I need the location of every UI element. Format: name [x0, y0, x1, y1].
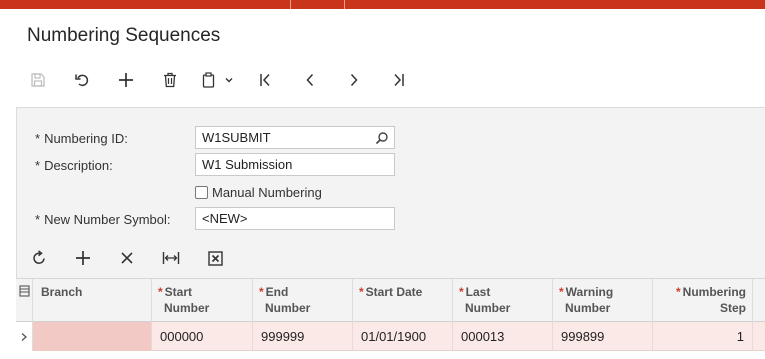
plus-icon: [119, 73, 133, 87]
cell-branch[interactable]: [33, 322, 152, 351]
column-header-end-number[interactable]: * End Number: [253, 279, 353, 322]
manual-numbering-label: Manual Numbering: [212, 184, 322, 200]
delete-button[interactable]: [148, 62, 192, 98]
next-record-button[interactable]: [332, 62, 376, 98]
cell-end-number[interactable]: 999999: [253, 322, 353, 351]
grid-toolbar: [17, 243, 237, 273]
chevron-left-icon: [306, 73, 314, 87]
refresh-icon: [33, 250, 45, 264]
required-marker: *: [35, 158, 41, 173]
required-marker: *: [35, 212, 41, 227]
new-number-symbol-value: <NEW>: [202, 211, 248, 226]
column-header-start-number[interactable]: * Start Number: [152, 279, 253, 322]
form-toolbar: [16, 62, 420, 98]
column-header-last-number[interactable]: * Last Number: [453, 279, 553, 322]
undo-icon: [75, 74, 89, 87]
nav-separator: [290, 0, 291, 9]
chevron-down-icon: [225, 78, 233, 83]
first-icon: [260, 73, 270, 87]
last-record-button[interactable]: [376, 62, 420, 98]
delete-row-button[interactable]: [105, 243, 149, 273]
numbering-id-value: W1SUBMIT: [202, 130, 271, 145]
manual-numbering-checkbox-group[interactable]: Manual Numbering: [195, 183, 322, 201]
cell-last-number[interactable]: 000013: [453, 322, 553, 351]
save-button[interactable]: [16, 62, 60, 98]
column-header-warning-number[interactable]: * Warning Number: [553, 279, 653, 322]
clipboard-icon: [202, 72, 215, 88]
cell-numbering-step[interactable]: 1: [653, 322, 753, 351]
excel-icon: [207, 250, 223, 266]
cell-start-date[interactable]: 01/01/1900: [353, 322, 453, 351]
trash-icon: [164, 72, 176, 88]
new-number-symbol-label: * New Number Symbol:: [35, 212, 171, 227]
description-value: W1 Submission: [202, 157, 293, 172]
row-selector-icon[interactable]: [16, 322, 33, 351]
numbering-sequence-grid: Branch * Start Number * End Number * Start Da…: [16, 278, 765, 359]
last-icon: [394, 73, 404, 87]
new-number-symbol-field[interactable]: <NEW>: [195, 207, 395, 230]
export-excel-button[interactable]: [193, 243, 237, 273]
grid-header: Branch * Start Number * End Number * Start Da…: [16, 279, 765, 322]
manual-numbering-checkbox[interactable]: [195, 185, 208, 199]
plus-icon: [76, 251, 90, 265]
top-navigation-bar: [0, 0, 765, 9]
previous-record-button[interactable]: [288, 62, 332, 98]
description-field[interactable]: W1 Submission: [195, 153, 395, 176]
first-record-button[interactable]: [244, 62, 288, 98]
fit-width-icon: [162, 252, 180, 264]
save-icon: [31, 73, 45, 87]
search-icon[interactable]: [375, 131, 389, 145]
column-header-start-date[interactable]: * Start Date: [353, 279, 453, 322]
fit-columns-button[interactable]: [149, 243, 193, 273]
numbering-id-field[interactable]: W1SUBMIT: [195, 126, 395, 149]
close-icon: [121, 252, 133, 264]
add-button[interactable]: [104, 62, 148, 98]
column-config-icon[interactable]: [16, 279, 33, 322]
cell-warning-number[interactable]: 999899: [553, 322, 653, 351]
table-row[interactable]: 000000 999999 01/01/1900 000013 999899 1: [16, 322, 765, 351]
undo-button[interactable]: [60, 62, 104, 98]
chevron-right-icon: [350, 73, 358, 87]
required-marker: *: [35, 131, 41, 146]
copy-paste-button[interactable]: [192, 62, 244, 98]
nav-separator: [344, 0, 345, 9]
column-header-branch[interactable]: Branch: [33, 279, 152, 322]
numbering-id-label: * Numbering ID:: [35, 131, 128, 146]
page-title: Numbering Sequences: [27, 25, 221, 46]
column-header-numbering-step[interactable]: * Numbering Step: [653, 279, 753, 322]
cell-start-number[interactable]: 000000: [152, 322, 253, 351]
description-label: * Description:: [35, 158, 113, 173]
refresh-button[interactable]: [17, 243, 61, 273]
add-row-button[interactable]: [61, 243, 105, 273]
